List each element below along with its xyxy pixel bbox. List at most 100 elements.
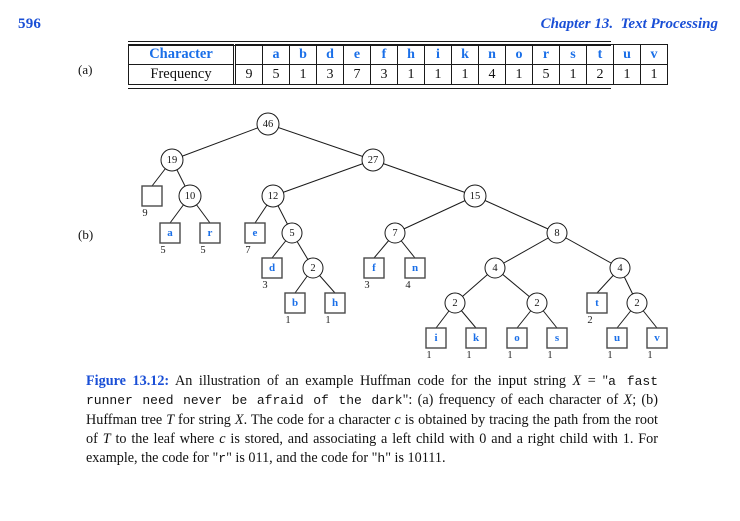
tree-leaf-frequency: 4 bbox=[405, 280, 411, 291]
table-cell-frequency-9: 4 bbox=[478, 64, 506, 85]
tree-leaf-node: 9 bbox=[141, 185, 163, 219]
tree-internal-node: 10 bbox=[178, 184, 202, 208]
tree-leaf-frequency: 2 bbox=[587, 315, 592, 326]
caption-text-2: = " bbox=[581, 373, 609, 389]
tree-internal-node: 27 bbox=[361, 148, 385, 172]
table-cell-character-t: t bbox=[586, 44, 614, 65]
table-cell-character-s: s bbox=[559, 44, 587, 65]
table-cell-frequency-11: 5 bbox=[532, 64, 560, 85]
tree-leaf-node: k1 bbox=[465, 327, 487, 361]
tree-node-weight: 2 bbox=[534, 298, 539, 309]
page-number: 596 bbox=[18, 16, 42, 32]
table-cell-character-i: i bbox=[424, 44, 452, 65]
figure-label: Figure 13.12: bbox=[86, 373, 170, 389]
tree-leaf-node: h1 bbox=[324, 292, 346, 326]
table-cell-frequency-3: 3 bbox=[316, 64, 344, 85]
tree-edge bbox=[474, 195, 558, 234]
tree-leaf-frequency: 1 bbox=[547, 350, 552, 361]
tree-node-weight: 2 bbox=[634, 298, 639, 309]
tree-node-weight: 15 bbox=[470, 191, 481, 202]
table-row-characters: Character abdefhiknorstuv bbox=[128, 44, 668, 65]
tree-leaf-frequency: 9 bbox=[142, 208, 147, 219]
tree-edge bbox=[556, 232, 621, 269]
caption-math-x2: X bbox=[623, 392, 633, 409]
tree-leaf-frequency: 1 bbox=[325, 315, 330, 326]
tree-leaf-frequency: 3 bbox=[262, 280, 267, 291]
tree-edge bbox=[267, 123, 374, 161]
caption-math-x3: X bbox=[234, 411, 244, 428]
frequency-table-container: Character abdefhiknorstuv Frequency 9513… bbox=[128, 44, 668, 85]
table-cell-character-h: h bbox=[397, 44, 425, 65]
tree-leaf-character: d bbox=[269, 262, 275, 274]
huffman-tree-diagram: 4619 2710 12 155 7 82 4 42 2 29a5r5e7d3f3n4b1h1t2… bbox=[141, 112, 668, 361]
tree-leaf-character: a bbox=[167, 227, 173, 239]
tree-node-weight: 5 bbox=[289, 228, 294, 239]
table-cell-frequency-15: 1 bbox=[640, 64, 668, 85]
table-cell-character-k: k bbox=[451, 44, 479, 65]
running-head: Chapter 13. Text Processing bbox=[540, 16, 718, 32]
tree-internal-node: 19 bbox=[160, 148, 184, 172]
tree-leaf-character: r bbox=[208, 227, 213, 239]
tree-node-weight: 7 bbox=[392, 228, 397, 239]
tree-internal-node: 4 bbox=[484, 257, 506, 279]
tree-node-weight: 2 bbox=[310, 263, 315, 274]
tree-leaf-character: t bbox=[595, 297, 599, 309]
tree-leaf-frequency: 1 bbox=[285, 315, 290, 326]
tree-internal-node: 15 bbox=[463, 184, 487, 208]
tree-leaf-node: o1 bbox=[506, 327, 528, 361]
table-cell-frequency-2: 1 bbox=[289, 64, 317, 85]
table-cell-character-e: e bbox=[343, 44, 371, 65]
tree-internal-node: 7 bbox=[384, 222, 406, 244]
tree-internal-node: 46 bbox=[256, 112, 280, 136]
tree-edge-group bbox=[151, 123, 658, 329]
tree-leaf-frequency: 7 bbox=[245, 245, 250, 256]
table-cell-frequency-1: 5 bbox=[262, 64, 290, 85]
caption-math-t: T bbox=[166, 411, 175, 428]
tree-node-weight: 8 bbox=[554, 228, 559, 239]
tree-leaf-node: n4 bbox=[404, 257, 426, 291]
table-cell-character-space bbox=[233, 44, 263, 65]
tree-leaf-character: n bbox=[412, 262, 418, 274]
tree-node-weight: 4 bbox=[617, 263, 623, 274]
table-cell-frequency-6: 1 bbox=[397, 64, 425, 85]
row-header-frequency: Frequency bbox=[128, 64, 235, 85]
table-cell-character-b: b bbox=[289, 44, 317, 65]
row-header-character: Character bbox=[128, 44, 235, 65]
tree-leaf-character: h bbox=[332, 297, 338, 309]
tree-leaf-character: s bbox=[555, 332, 560, 344]
tree-leaf-frequency: 1 bbox=[607, 350, 612, 361]
table-cell-frequency-8: 1 bbox=[451, 64, 479, 85]
tree-internal-node: 2 bbox=[302, 257, 324, 279]
tree-leaf-node: s1 bbox=[546, 327, 568, 361]
caption-text-10: " is 011, and the code for " bbox=[226, 450, 378, 467]
table-cell-character-o: o bbox=[505, 44, 533, 65]
caption-text-8: to the leaf where bbox=[110, 430, 220, 447]
tree-leaf-character: i bbox=[434, 332, 437, 344]
tree-edge bbox=[272, 159, 374, 197]
tree-leaf-character: o bbox=[514, 332, 520, 344]
table-cell-character-n: n bbox=[478, 44, 506, 65]
table-cell-character-d: d bbox=[316, 44, 344, 65]
table-cell-character-u: u bbox=[613, 44, 641, 65]
tree-leaf-frequency: 1 bbox=[507, 350, 512, 361]
table-cell-frequency-7: 1 bbox=[424, 64, 452, 85]
tree-node-weight: 2 bbox=[452, 298, 457, 309]
caption-math-t2: T bbox=[102, 430, 111, 447]
tree-internal-node: 8 bbox=[546, 222, 568, 244]
tree-node-group: 4619 2710 12 155 7 82 4 42 2 29a5r5e7d3f3n4b1h1t2… bbox=[141, 112, 668, 361]
tree-leaf-node: i1 bbox=[425, 327, 447, 361]
table-cell-character-f: f bbox=[370, 44, 398, 65]
caption-text-11: " is 10111. bbox=[385, 450, 446, 467]
tree-leaf-frequency: 1 bbox=[466, 350, 471, 361]
table-row-frequencies: Frequency 9513731114151211 bbox=[128, 64, 668, 85]
table-cell-frequency-5: 3 bbox=[370, 64, 398, 85]
tree-leaf-character: u bbox=[614, 332, 620, 344]
table-cell-frequency-12: 1 bbox=[559, 64, 587, 85]
tree-leaf-node: t2 bbox=[586, 292, 608, 326]
table-cell-frequency-14: 1 bbox=[613, 64, 641, 85]
tree-leaf-frequency: 5 bbox=[200, 245, 205, 256]
tree-node-weight: 46 bbox=[263, 119, 274, 130]
tree-node-weight: 27 bbox=[368, 155, 379, 166]
tree-edge bbox=[394, 195, 476, 234]
tree-leaf-character: e bbox=[253, 227, 258, 239]
